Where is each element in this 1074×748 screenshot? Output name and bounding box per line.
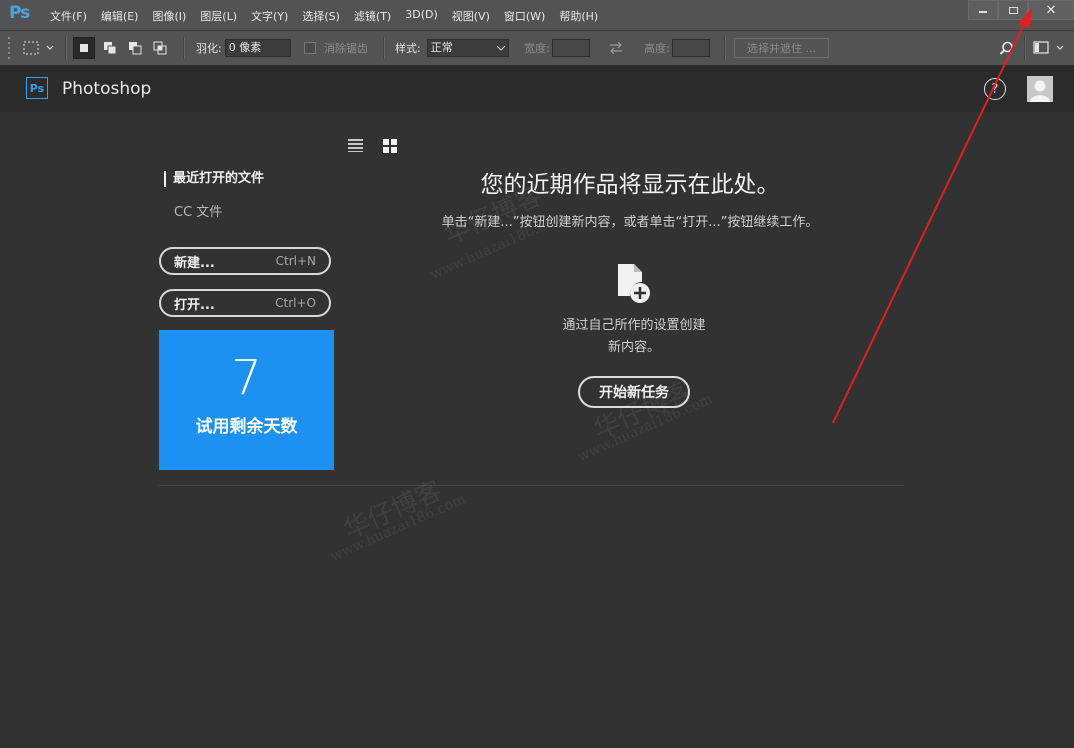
add-selection-icon [104,42,117,55]
open-button-label: 打开... [174,297,215,313]
menu-view[interactable]: 视图(V) [452,8,490,24]
trial-card[interactable]: 7 试用剩余天数 [159,330,334,470]
subtract-selection-button[interactable] [125,38,145,58]
new-document-icon [618,264,650,303]
height-input[interactable] [671,39,710,57]
grip-icon [8,37,10,59]
photoshop-logo[interactable]: Ps [9,3,30,23]
trial-days-count: 7 [231,350,262,406]
open-button-shortcut: Ctrl+O [275,296,316,310]
create-description: 通过自己所作的设置创建 新内容。 [534,315,734,359]
antialias-checkbox[interactable] [304,42,316,54]
feather-input[interactable]: 0 像素 [224,39,291,57]
separator [1024,37,1026,59]
minimize-button[interactable] [968,0,998,20]
menu-layer[interactable]: 图层(L) [200,8,237,24]
width-label: 宽度: [524,42,550,55]
menu-window[interactable]: 窗口(W) [504,8,545,24]
select-and-mask-button[interactable]: 选择并遮住 ... [734,38,829,58]
swap-arrows-icon [610,42,622,54]
close-button[interactable]: ✕ [1028,0,1074,20]
home-header: Ps Photoshop [0,66,1074,112]
hero-subtitle: 单击“新建...”按钮创建新内容，或者单击“打开...”按钮继续工作。 [441,215,819,230]
menu-3d[interactable]: 3D(D) [405,8,438,24]
watermark-text: 华仔博客 [339,475,447,546]
intersect-selection-button[interactable] [150,38,170,58]
marquee-tool-preset[interactable] [23,31,55,65]
menu-help[interactable]: 帮助(H) [559,8,598,24]
separator [183,37,185,59]
width-input[interactable] [551,39,590,57]
app-name: Photoshop [62,79,152,99]
user-icon [1030,80,1050,102]
search-button[interactable] [999,31,1014,65]
menu-edit[interactable]: 编辑(E) [101,8,139,24]
menu-bar: Ps 文件(F) 编辑(E) 图像(I) 图层(L) 文字(Y) 选择(S) 滤… [0,0,1074,31]
maximize-icon [1008,6,1018,14]
style-label: 样式: [395,42,421,55]
grip-handle[interactable] [8,31,11,65]
list-view-icon[interactable] [348,139,363,152]
selection-mode-group [73,31,170,65]
separator [724,37,726,59]
watermark-url: www.huazai186.com [328,490,468,566]
separator [383,37,385,59]
trial-days-label: 试用剩余天数 [195,417,298,437]
menu-type[interactable]: 文字(Y) [251,8,288,24]
options-bar: 羽化: 0 像素 消除锯齿 样式: 正常 宽度: 高度: 选择并遮住 ... [0,31,1074,66]
main-menu: 文件(F) 编辑(E) 图像(I) 图层(L) 文字(Y) 选择(S) 滤镜(T… [50,8,612,24]
style-select-value: 正常 [430,41,453,54]
style-select[interactable]: 正常 [426,39,509,57]
separator [65,37,67,59]
menu-image[interactable]: 图像(I) [152,8,186,24]
open-button[interactable]: 打开... Ctrl+O [159,289,331,317]
antialias-label: 消除锯齿 [324,42,368,55]
height-label: 高度: [644,42,670,55]
new-button-shortcut: Ctrl+N [275,254,316,268]
user-avatar[interactable] [1027,76,1053,102]
help-icon[interactable]: ? [984,78,1006,100]
grid-view-icon[interactable] [383,139,397,153]
workspace-icon [1033,41,1064,54]
add-selection-button[interactable] [100,38,120,58]
hero-title: 您的近期作品将显示在此处。 [480,172,780,198]
menu-filter[interactable]: 滤镜(T) [354,8,391,24]
workspace-switcher[interactable] [1033,31,1065,65]
menu-select[interactable]: 选择(S) [302,8,340,24]
window-controls: ✕ [968,0,1074,20]
maximize-button[interactable] [998,0,1028,20]
new-button[interactable]: 新建... Ctrl+N [159,247,331,275]
feather-label: 羽化: [196,42,222,55]
menu-file[interactable]: 文件(F) [50,8,87,24]
intersect-selection-icon [153,41,167,55]
divider [159,485,904,486]
chevron-down-icon [496,46,505,51]
swap-dimensions-button[interactable] [609,31,623,65]
new-selection-button[interactable] [73,37,95,59]
close-icon: ✕ [1045,2,1057,18]
recent-files-link[interactable]: 最近打开的文件 [164,171,264,187]
ps-app-badge: Ps [26,77,48,99]
minimize-icon [979,11,987,13]
search-icon [999,41,1013,55]
start-new-task-button[interactable]: 开始新任务 [578,376,690,408]
create-description-line-2: 新内容。 [607,340,660,355]
rect-marquee-icon [23,41,54,55]
new-button-label: 新建... [174,255,215,271]
new-selection-icon [80,44,88,52]
subtract-selection-icon [129,42,142,55]
create-description-line-1: 通过自己所作的设置创建 [562,318,706,333]
